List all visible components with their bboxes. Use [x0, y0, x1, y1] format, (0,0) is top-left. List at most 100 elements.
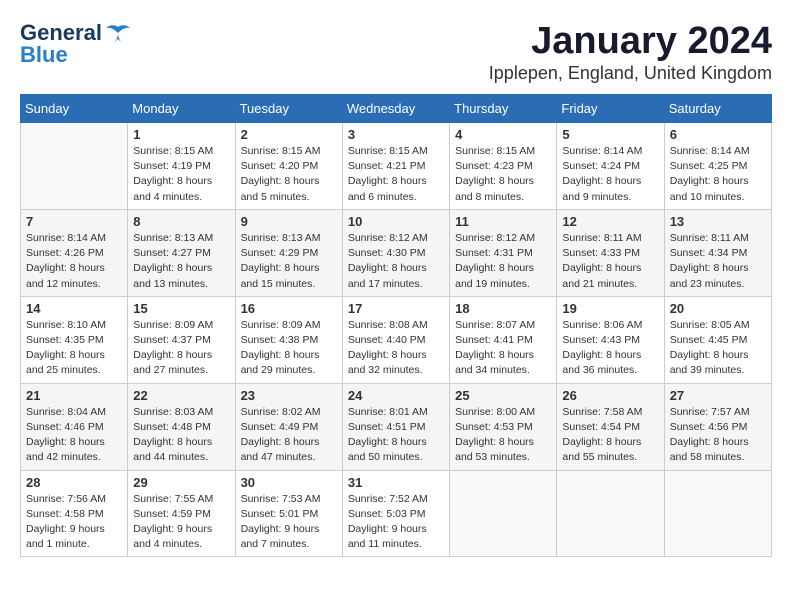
col-tuesday: Tuesday: [235, 95, 342, 123]
day-number: 14: [26, 301, 122, 316]
calendar-cell: 31 Sunrise: 7:52 AM Sunset: 5:03 PM Dayli…: [342, 470, 449, 557]
day-number: 31: [348, 475, 444, 490]
day-number: 12: [562, 214, 658, 229]
day-info: Sunrise: 8:09 AM Sunset: 4:38 PM Dayligh…: [241, 318, 337, 379]
calendar-cell: 29 Sunrise: 7:55 AM Sunset: 4:59 PM Dayli…: [128, 470, 235, 557]
day-number: 17: [348, 301, 444, 316]
day-number: 7: [26, 214, 122, 229]
day-number: 30: [241, 475, 337, 490]
calendar-cell: [450, 470, 557, 557]
day-number: 2: [241, 127, 337, 142]
day-number: 4: [455, 127, 551, 142]
col-saturday: Saturday: [664, 95, 771, 123]
day-info: Sunrise: 8:11 AM Sunset: 4:34 PM Dayligh…: [670, 231, 766, 292]
day-info: Sunrise: 7:52 AM Sunset: 5:03 PM Dayligh…: [348, 492, 444, 553]
day-info: Sunrise: 8:14 AM Sunset: 4:24 PM Dayligh…: [562, 144, 658, 205]
day-number: 27: [670, 388, 766, 403]
day-number: 9: [241, 214, 337, 229]
day-info: Sunrise: 8:14 AM Sunset: 4:25 PM Dayligh…: [670, 144, 766, 205]
day-number: 13: [670, 214, 766, 229]
calendar-cell: 30Sunrise: 7:53 AM Sunset: 5:01 PM Dayli…: [235, 470, 342, 557]
calendar-cell: 19 Sunrise: 8:06 AM Sunset: 4:43 PM Dayli…: [557, 296, 664, 383]
day-info: Sunrise: 8:04 AM Sunset: 4:46 PM Dayligh…: [26, 405, 122, 466]
calendar-cell: 12Sunrise: 8:11 AM Sunset: 4:33 PM Dayli…: [557, 209, 664, 296]
calendar-cell: 16 Sunrise: 8:09 AM Sunset: 4:38 PM Dayli…: [235, 296, 342, 383]
day-info: Sunrise: 7:56 AM Sunset: 4:58 PM Dayligh…: [26, 492, 122, 553]
day-info: Sunrise: 8:15 AM Sunset: 4:19 PM Dayligh…: [133, 144, 229, 205]
header-row: Sunday Monday Tuesday Wednesday Thursday…: [21, 95, 772, 123]
col-sunday: Sunday: [21, 95, 128, 123]
calendar-cell: 27 Sunrise: 7:57 AM Sunset: 4:56 PM Dayli…: [664, 383, 771, 470]
day-number: 29: [133, 475, 229, 490]
calendar-cell: 23Sunrise: 8:02 AM Sunset: 4:49 PM Dayli…: [235, 383, 342, 470]
day-number: 5: [562, 127, 658, 142]
day-number: 10: [348, 214, 444, 229]
month-title: January 2024: [489, 20, 772, 63]
calendar-cell: 3Sunrise: 8:15 AM Sunset: 4:21 PM Daylig…: [342, 123, 449, 210]
calendar-week-1: 1 Sunrise: 8:15 AM Sunset: 4:19 PM Daylig…: [21, 123, 772, 210]
calendar-cell: 25Sunrise: 8:00 AM Sunset: 4:53 PM Dayli…: [450, 383, 557, 470]
day-number: 20: [670, 301, 766, 316]
calendar-cell: 18 Sunrise: 8:07 AM Sunset: 4:41 PM Dayli…: [450, 296, 557, 383]
calendar-cell: [557, 470, 664, 557]
calendar-week-3: 14 Sunrise: 8:10 AM Sunset: 4:35 PM Dayli…: [21, 296, 772, 383]
day-number: 3: [348, 127, 444, 142]
calendar-cell: 4 Sunrise: 8:15 AM Sunset: 4:23 PM Daylig…: [450, 123, 557, 210]
calendar-week-2: 7Sunrise: 8:14 AM Sunset: 4:26 PM Daylig…: [21, 209, 772, 296]
calendar-cell: 5 Sunrise: 8:14 AM Sunset: 4:24 PM Daylig…: [557, 123, 664, 210]
day-info: Sunrise: 8:15 AM Sunset: 4:23 PM Dayligh…: [455, 144, 551, 205]
calendar-cell: 24 Sunrise: 8:01 AM Sunset: 4:51 PM Dayli…: [342, 383, 449, 470]
day-info: Sunrise: 8:10 AM Sunset: 4:35 PM Dayligh…: [26, 318, 122, 379]
day-info: Sunrise: 8:05 AM Sunset: 4:45 PM Dayligh…: [670, 318, 766, 379]
day-info: Sunrise: 8:12 AM Sunset: 4:30 PM Dayligh…: [348, 231, 444, 292]
day-info: Sunrise: 8:12 AM Sunset: 4:31 PM Dayligh…: [455, 231, 551, 292]
day-number: 22: [133, 388, 229, 403]
day-info: Sunrise: 7:57 AM Sunset: 4:56 PM Dayligh…: [670, 405, 766, 466]
logo-blue-text: Blue: [20, 42, 68, 68]
calendar-cell: 21Sunrise: 8:04 AM Sunset: 4:46 PM Dayli…: [21, 383, 128, 470]
day-info: Sunrise: 8:01 AM Sunset: 4:51 PM Dayligh…: [348, 405, 444, 466]
col-thursday: Thursday: [450, 95, 557, 123]
day-number: 28: [26, 475, 122, 490]
day-info: Sunrise: 7:55 AM Sunset: 4:59 PM Dayligh…: [133, 492, 229, 553]
calendar-cell: 28 Sunrise: 7:56 AM Sunset: 4:58 PM Dayli…: [21, 470, 128, 557]
day-number: 26: [562, 388, 658, 403]
day-number: 23: [241, 388, 337, 403]
day-number: 19: [562, 301, 658, 316]
calendar-cell: 20 Sunrise: 8:05 AM Sunset: 4:45 PM Dayli…: [664, 296, 771, 383]
col-wednesday: Wednesday: [342, 95, 449, 123]
day-number: 11: [455, 214, 551, 229]
day-number: 8: [133, 214, 229, 229]
calendar-cell: 6Sunrise: 8:14 AM Sunset: 4:25 PM Daylig…: [664, 123, 771, 210]
page-header: General Blue January 2024 Ipplepen, Engl…: [20, 20, 772, 84]
day-number: 15: [133, 301, 229, 316]
day-info: Sunrise: 8:06 AM Sunset: 4:43 PM Dayligh…: [562, 318, 658, 379]
day-number: 1: [133, 127, 229, 142]
calendar-cell: 26Sunrise: 7:58 AM Sunset: 4:54 PM Dayli…: [557, 383, 664, 470]
calendar-cell: 8 Sunrise: 8:13 AM Sunset: 4:27 PM Daylig…: [128, 209, 235, 296]
day-info: Sunrise: 8:00 AM Sunset: 4:53 PM Dayligh…: [455, 405, 551, 466]
bird-icon: [104, 23, 132, 45]
calendar-cell: 2Sunrise: 8:15 AM Sunset: 4:20 PM Daylig…: [235, 123, 342, 210]
col-friday: Friday: [557, 95, 664, 123]
location-title: Ipplepen, England, United Kingdom: [489, 63, 772, 84]
day-info: Sunrise: 8:08 AM Sunset: 4:40 PM Dayligh…: [348, 318, 444, 379]
day-info: Sunrise: 8:09 AM Sunset: 4:37 PM Dayligh…: [133, 318, 229, 379]
calendar-cell: 9 Sunrise: 8:13 AM Sunset: 4:29 PM Daylig…: [235, 209, 342, 296]
logo: General Blue: [20, 20, 132, 68]
day-number: 16: [241, 301, 337, 316]
day-info: Sunrise: 8:13 AM Sunset: 4:27 PM Dayligh…: [133, 231, 229, 292]
calendar-week-5: 28 Sunrise: 7:56 AM Sunset: 4:58 PM Dayli…: [21, 470, 772, 557]
day-number: 24: [348, 388, 444, 403]
title-section: January 2024 Ipplepen, England, United K…: [489, 20, 772, 84]
calendar-cell: 17 Sunrise: 8:08 AM Sunset: 4:40 PM Dayli…: [342, 296, 449, 383]
calendar-cell: 14 Sunrise: 8:10 AM Sunset: 4:35 PM Dayli…: [21, 296, 128, 383]
calendar-cell: 22 Sunrise: 8:03 AM Sunset: 4:48 PM Dayli…: [128, 383, 235, 470]
calendar-body: 1 Sunrise: 8:15 AM Sunset: 4:19 PM Daylig…: [21, 123, 772, 557]
calendar-cell: 15 Sunrise: 8:09 AM Sunset: 4:37 PM Dayli…: [128, 296, 235, 383]
day-info: Sunrise: 8:07 AM Sunset: 4:41 PM Dayligh…: [455, 318, 551, 379]
col-monday: Monday: [128, 95, 235, 123]
day-info: Sunrise: 8:13 AM Sunset: 4:29 PM Dayligh…: [241, 231, 337, 292]
day-number: 18: [455, 301, 551, 316]
day-info: Sunrise: 8:03 AM Sunset: 4:48 PM Dayligh…: [133, 405, 229, 466]
